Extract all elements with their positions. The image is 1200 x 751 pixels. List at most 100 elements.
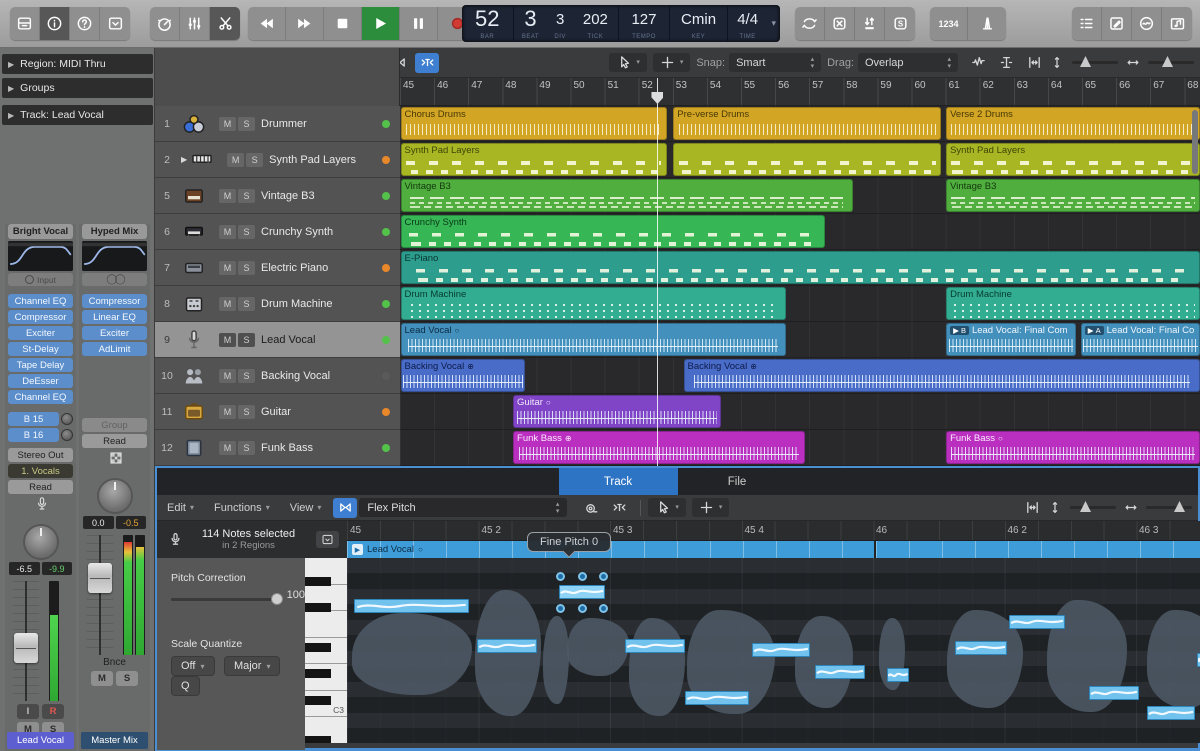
track-inspector-header[interactable]: ▶Track: Lead Vocal [2, 105, 153, 125]
track-row[interactable]: 5MSVintage B3 [155, 178, 400, 214]
region-lead-vocal[interactable]: Lead Vocal○ [401, 323, 787, 356]
piano-black-key[interactable] [305, 736, 331, 743]
region-inspector-header[interactable]: ▶Region: MIDI Thru [2, 54, 153, 74]
volume-fader[interactable] [14, 633, 38, 663]
plugin-slot[interactable]: Compressor [82, 294, 147, 308]
editors-scissors-button[interactable] [210, 7, 240, 40]
flex-pitch-note[interactable] [1009, 615, 1065, 629]
flex-pitch-note[interactable] [1147, 706, 1195, 720]
track-row[interactable]: 2▶MSSynth Pad Layers [155, 142, 400, 178]
piano-black-key[interactable] [305, 643, 331, 652]
quantize-button[interactable]: Q [171, 676, 200, 696]
pitch-correction-slider[interactable] [171, 592, 280, 606]
gain-value[interactable]: -0.5 [116, 516, 147, 529]
piano-black-key[interactable] [305, 577, 331, 586]
pan-knob[interactable] [23, 524, 59, 560]
arrange-vertical-scrollbar[interactable] [1192, 110, 1198, 174]
scale-quantize-root-menu[interactable]: Off▾ [171, 656, 215, 676]
region-vintage-b3[interactable]: Vintage B3 [946, 179, 1200, 212]
region-vintage-b3[interactable]: Vintage B3 [401, 179, 853, 212]
stop-button[interactable] [324, 7, 362, 40]
piano-white-key[interactable] [305, 611, 347, 638]
editor-region-segment[interactable] [876, 541, 1200, 558]
editor-beat-ruler[interactable]: 4545 245 345 44646 246 3 [347, 521, 1200, 541]
plugin-slot[interactable]: Exciter [8, 326, 73, 340]
flex-mode-menu[interactable]: Flex Pitch▴▾ [359, 498, 567, 517]
input-monitor-button[interactable]: I [17, 704, 39, 719]
plugin-slot[interactable]: Compressor [8, 310, 73, 324]
track-row[interactable]: 9MSLead Vocal [155, 322, 400, 358]
region-synth-pad-layers[interactable]: Synth Pad Layers [401, 143, 667, 176]
piano-black-key[interactable] [305, 669, 331, 678]
region-funk-bass[interactable]: Funk Bass○ [946, 431, 1200, 464]
plugin-slot[interactable]: Channel EQ [8, 294, 73, 308]
region-pre-verse-drums[interactable]: Pre-verse Drums [673, 107, 941, 140]
forward-button[interactable] [286, 7, 324, 40]
note-pad-button[interactable] [1102, 7, 1132, 40]
drag-menu[interactable]: Overlap▴▾ [858, 53, 958, 72]
track-solo-button[interactable]: S [238, 189, 255, 203]
track-row[interactable]: 12MSFunk Bass [155, 430, 400, 466]
secondary-tool-menu[interactable]: ▾ [692, 498, 730, 517]
solo-s-button[interactable]: S [885, 7, 915, 40]
region-verse-2-drums[interactable]: Verse 2 Drums [946, 107, 1200, 140]
track-mute-button[interactable]: M [219, 261, 236, 275]
quick-help-button[interactable] [70, 7, 100, 40]
track-solo-button[interactable]: S [238, 225, 255, 239]
catch-playhead-icon[interactable] [579, 498, 603, 518]
track-mute-button[interactable]: M [219, 333, 236, 347]
note-edit-handle[interactable] [599, 604, 608, 613]
note-edit-handle[interactable] [556, 604, 565, 613]
editor-menu-view[interactable]: View▾ [280, 495, 332, 520]
flex-pitch-note[interactable] [955, 641, 1007, 655]
list-editors-button[interactable] [1072, 7, 1102, 40]
flex-pitch-icon[interactable] [607, 498, 631, 518]
send-knob[interactable] [61, 429, 73, 441]
flex-pitch-note[interactable] [887, 668, 909, 682]
output-slot[interactable]: Stereo Out [8, 448, 73, 462]
send-slot[interactable]: B 16 [8, 428, 73, 442]
flex-pitch-canvas[interactable] [347, 558, 1200, 743]
mute-button[interactable]: M [91, 671, 113, 686]
solo-button[interactable]: S [116, 671, 138, 686]
eq-thumbnail[interactable] [8, 241, 73, 271]
lcd-chevron-icon[interactable]: ▾ [767, 18, 780, 29]
plugin-slot[interactable]: Exciter [82, 326, 147, 340]
input-setting[interactable]: Input [8, 273, 73, 286]
track-row[interactable]: 1MSDrummer [155, 106, 400, 142]
eq-thumbnail[interactable] [82, 241, 147, 271]
plugin-slot[interactable]: Tape Delay [8, 358, 73, 372]
flex-pitch-note[interactable] [354, 599, 469, 613]
channel-strip-name[interactable]: Hyped Mix [82, 224, 147, 239]
region-funk-bass[interactable]: Funk Bass⊕ [513, 431, 805, 464]
automation-mode[interactable]: Read [8, 480, 73, 494]
region-play-icon[interactable]: ▶ [352, 544, 363, 555]
channel-name-plate[interactable]: Lead Vocal [7, 732, 74, 749]
inspector-info-button[interactable] [40, 7, 70, 40]
track-mute-button[interactable]: M [219, 189, 236, 203]
region-lead-vocal-final-com[interactable]: ▶ BLead Vocal: Final Com [946, 323, 1076, 356]
toolbar-toggle-button[interactable] [100, 7, 130, 40]
play-button[interactable] [362, 7, 400, 40]
snap-menu[interactable]: Smart▴▾ [729, 53, 821, 72]
vertical-zoom-slider[interactable] [1070, 506, 1116, 509]
region-backing-vocal[interactable]: Backing Vocal⊕ [401, 359, 526, 392]
track-solo-button[interactable]: S [238, 441, 255, 455]
metronome-button[interactable] [968, 7, 1006, 40]
pause-button[interactable] [400, 7, 438, 40]
count-in-button[interactable]: 1234 [930, 7, 968, 40]
group-slot[interactable]: Group [82, 418, 147, 432]
automation-mode[interactable]: Read [82, 434, 147, 448]
bar-ruler[interactable]: 4546474849505152535455565758596061626364… [400, 78, 1200, 106]
region-drum-machine[interactable]: Drum Machine [946, 287, 1200, 320]
volume-value[interactable]: -6.5 [9, 562, 40, 575]
arrange-area[interactable]: Chorus DrumsPre-verse DrumsVerse 2 Drums… [400, 106, 1200, 466]
track-mute-button[interactable]: M [219, 405, 236, 419]
region-unnamed[interactable] [673, 143, 941, 176]
flex-pitch-note[interactable] [559, 585, 605, 599]
volume-fader[interactable] [88, 563, 112, 593]
cycle-button[interactable] [795, 7, 825, 40]
region-chorus-drums[interactable]: Chorus Drums [401, 107, 667, 140]
flex-pitch-note[interactable] [477, 639, 537, 653]
plugin-slot[interactable]: St-Delay [8, 342, 73, 356]
